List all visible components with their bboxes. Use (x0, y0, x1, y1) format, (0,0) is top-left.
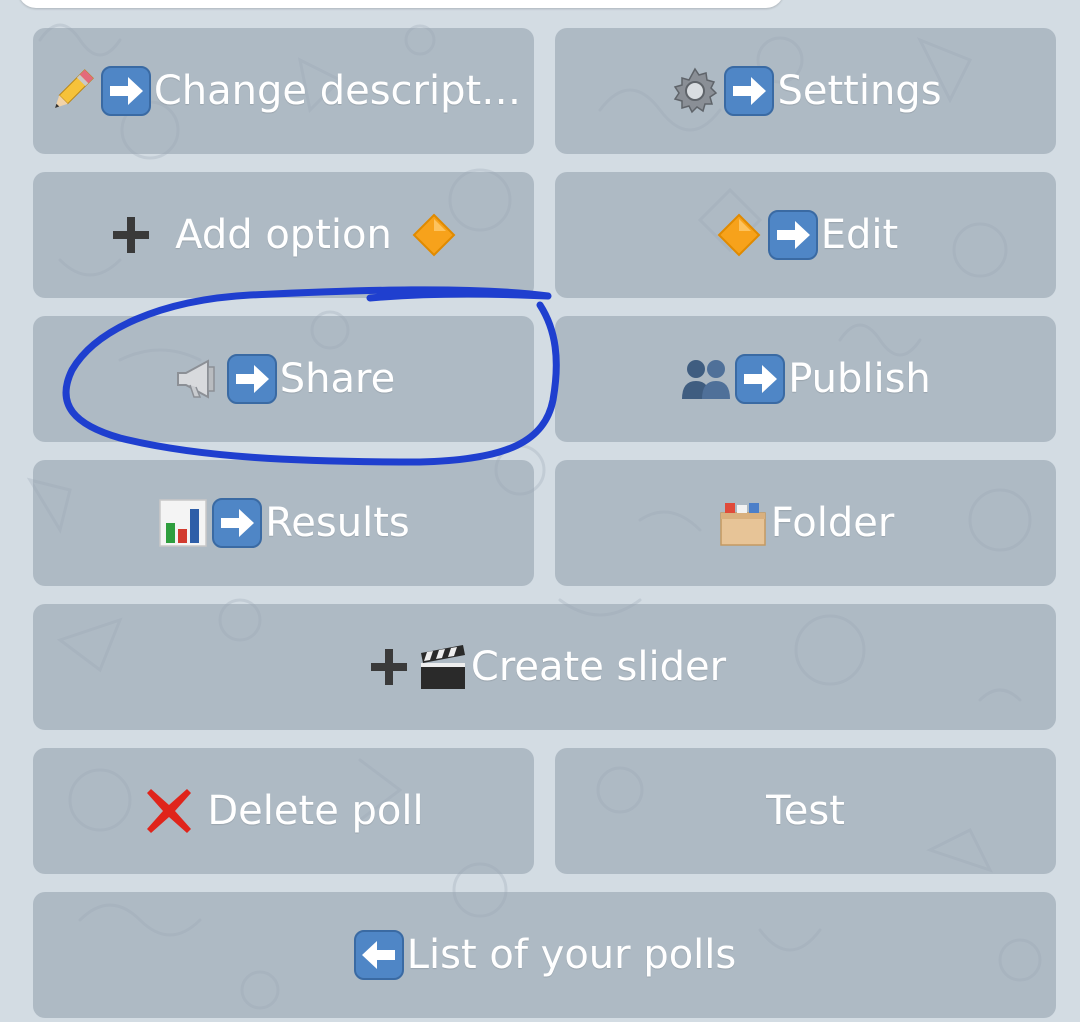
right-arrow-icon (723, 65, 775, 117)
right-arrow-icon (226, 353, 278, 405)
test-button[interactable]: Test (555, 748, 1056, 874)
publish-label: Publish (788, 356, 931, 402)
edit-button[interactable]: Edit (555, 172, 1056, 298)
pencil-icon (46, 65, 98, 117)
orange-diamond-icon (408, 209, 460, 261)
bar-chart-icon (157, 497, 209, 549)
inline-keyboard: Change descript… Settings Add option Edi… (0, 0, 1080, 1022)
plus-icon (105, 209, 157, 261)
add-option-label: Add option (175, 212, 392, 258)
right-arrow-icon (211, 497, 263, 549)
list-of-polls-button[interactable]: List of your polls (33, 892, 1056, 1018)
results-button[interactable]: Results (33, 460, 534, 586)
share-button[interactable]: Share (33, 316, 534, 442)
left-arrow-icon (353, 929, 405, 981)
megaphone-icon (172, 353, 224, 405)
card-file-box-icon (717, 497, 769, 549)
right-arrow-icon (767, 209, 819, 261)
delete-poll-label: Delete poll (207, 788, 424, 834)
people-icon (680, 353, 732, 405)
change-description-button[interactable]: Change descript… (33, 28, 534, 154)
results-label: Results (265, 500, 410, 546)
plus-icon (363, 641, 415, 693)
create-slider-button[interactable]: Create slider (33, 604, 1056, 730)
test-label: Test (766, 788, 845, 834)
publish-button[interactable]: Publish (555, 316, 1056, 442)
share-label: Share (279, 356, 396, 402)
folder-label: Folder (770, 500, 895, 546)
create-slider-label: Create slider (470, 644, 727, 690)
gear-icon (669, 65, 721, 117)
red-cross-icon (143, 785, 195, 837)
add-option-button[interactable]: Add option (33, 172, 534, 298)
list-of-polls-label: List of your polls (406, 932, 737, 978)
clapper-board-icon (417, 641, 469, 693)
settings-button[interactable]: Settings (555, 28, 1056, 154)
change-description-label: Change descript… (153, 68, 522, 114)
right-arrow-icon (100, 65, 152, 117)
right-arrow-icon (734, 353, 786, 405)
settings-label: Settings (777, 68, 942, 114)
folder-button[interactable]: Folder (555, 460, 1056, 586)
orange-diamond-icon (713, 209, 765, 261)
edit-label: Edit (820, 212, 899, 258)
delete-poll-button[interactable]: Delete poll (33, 748, 534, 874)
